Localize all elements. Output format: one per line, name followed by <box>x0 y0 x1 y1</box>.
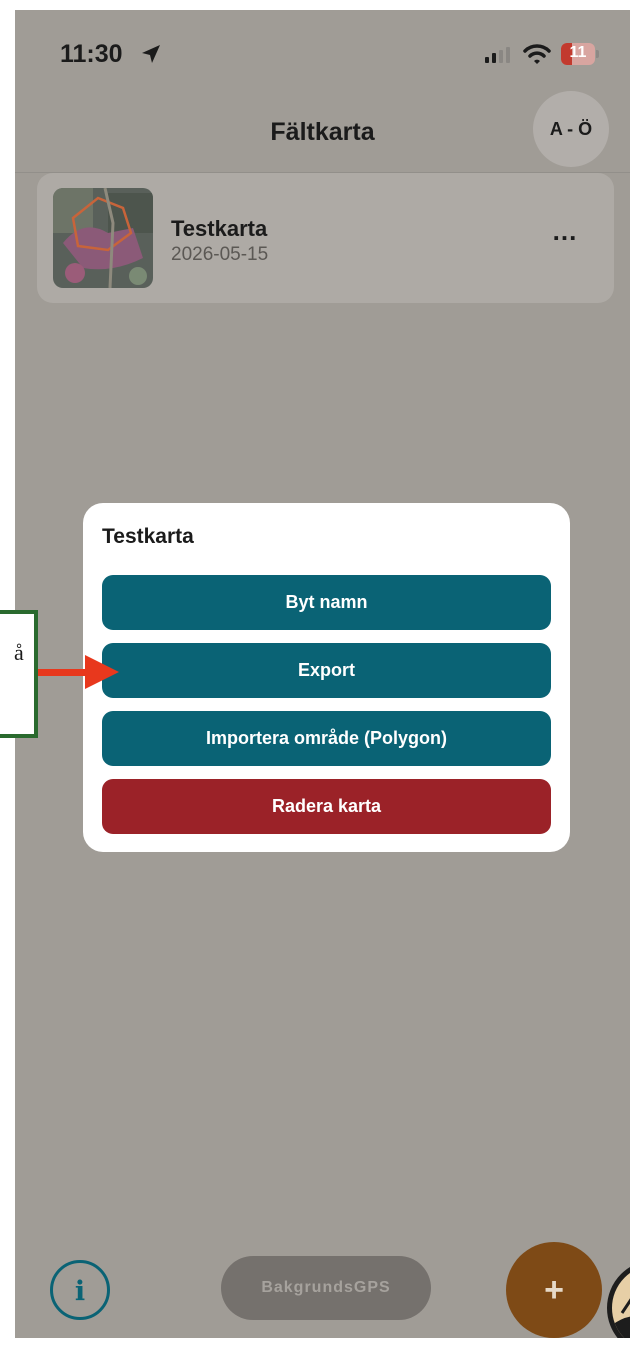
location-arrow-icon <box>142 45 160 63</box>
wifi-icon <box>523 44 551 64</box>
annotation-callout-box: å <box>0 610 38 738</box>
info-button[interactable]: i <box>50 1260 110 1320</box>
battery-level: 11 <box>569 44 587 61</box>
info-icon: i <box>74 1276 86 1307</box>
more-options-button[interactable]: ... <box>545 218 585 251</box>
signal-icon <box>485 47 510 63</box>
app-logo <box>607 1260 630 1338</box>
map-actions-dialog: Testkarta Byt namn Export Importera områ… <box>83 503 570 852</box>
map-date: 2026-05-15 <box>171 244 269 265</box>
annotation-text: å <box>14 640 24 665</box>
map-title: Testkarta <box>171 216 268 241</box>
battery-icon: 11 <box>561 43 599 65</box>
sort-button[interactable]: A - Ö <box>533 91 609 167</box>
rename-button[interactable]: Byt namn <box>102 575 551 630</box>
background-gps-button[interactable]: BakgrundsGPS <box>221 1256 431 1320</box>
map-thumbnail <box>53 188 153 288</box>
annotation-arrow-shaft <box>38 669 88 676</box>
annotation-arrow-icon <box>85 655 119 689</box>
delete-map-button[interactable]: Radera karta <box>102 779 551 834</box>
add-map-button[interactable]: + <box>506 1242 602 1338</box>
export-button[interactable]: Export <box>102 643 551 698</box>
map-list-item[interactable]: Testkarta 2026-05-15 ... <box>37 173 614 303</box>
import-polygon-button[interactable]: Importera område (Polygon) <box>102 711 551 766</box>
dialog-title: Testkarta <box>102 525 194 548</box>
status-time: 11:30 <box>60 40 123 68</box>
